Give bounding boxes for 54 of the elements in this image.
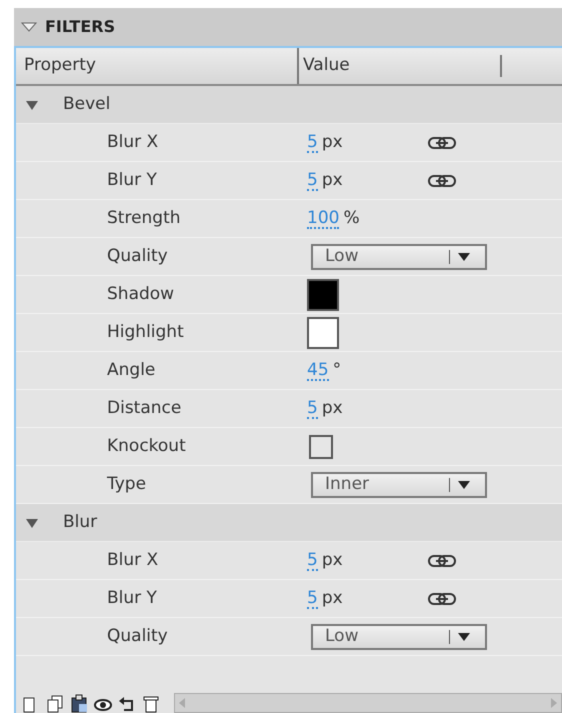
unit-label: px (322, 586, 344, 610)
chain-link-icon[interactable] (428, 174, 456, 188)
property-label: Highlight (106, 320, 185, 344)
number-value[interactable]: 5 (307, 132, 318, 152)
group-row[interactable]: Bevel (16, 86, 562, 124)
property-label: Quality (106, 624, 169, 648)
color-swatch[interactable] (307, 278, 339, 310)
property-label: Angle (106, 358, 156, 382)
property-label: Knockout (106, 434, 187, 458)
dropdown[interactable]: Inner (311, 472, 487, 498)
panel-header[interactable]: FILTERS (14, 8, 562, 48)
undo-icon[interactable] (118, 694, 136, 713)
number-value[interactable]: 5 (307, 588, 318, 608)
property-label: Blur X (106, 548, 160, 572)
property-label: Shadow (106, 282, 176, 306)
group-row[interactable]: Blur (16, 504, 562, 542)
caret-icon (458, 632, 470, 640)
clipboard-icon[interactable] (70, 694, 88, 713)
property-label: Blur X (106, 130, 160, 154)
unit-label: px (322, 548, 344, 572)
dropdown[interactable]: Low (311, 624, 487, 650)
property-label: Blur Y (106, 168, 158, 192)
property-label: Blur Y (106, 586, 158, 610)
expanded-triangle-icon[interactable] (26, 100, 38, 110)
caret-icon (458, 480, 470, 488)
column-header[interactable]: Value (297, 48, 500, 84)
color-swatch[interactable] (307, 316, 339, 348)
unit-label: px (322, 396, 344, 420)
chain-link-icon[interactable] (428, 554, 456, 568)
property-label: Distance (106, 396, 182, 420)
dropdown[interactable]: Low (311, 244, 487, 270)
chain-link-icon[interactable] (428, 136, 456, 150)
panel-title: FILTERS (45, 16, 116, 38)
number-value[interactable]: 45 (307, 360, 329, 380)
caret-icon (458, 252, 470, 260)
property-label: Quality (106, 244, 169, 268)
expanded-triangle-icon[interactable] (26, 518, 38, 528)
property-label: Type (106, 472, 148, 496)
column-header[interactable]: Property (16, 48, 297, 84)
number-value[interactable]: 5 (307, 550, 318, 570)
trash-icon[interactable] (142, 694, 160, 713)
number-value[interactable]: 100 (307, 208, 340, 228)
duplicate-pages-icon[interactable] (46, 694, 64, 713)
unit-label: % (343, 206, 361, 230)
unit-label: px (322, 130, 344, 154)
unit-label: ° (332, 358, 342, 382)
group-name: Blur (63, 510, 98, 534)
property-label: Strength (106, 206, 182, 230)
group-name: Bevel (63, 92, 110, 116)
chain-link-icon[interactable] (428, 592, 456, 606)
unit-label: px (322, 168, 344, 192)
number-value[interactable]: 5 (307, 170, 318, 190)
checkbox[interactable] (309, 434, 333, 458)
number-value[interactable]: 5 (307, 398, 318, 418)
